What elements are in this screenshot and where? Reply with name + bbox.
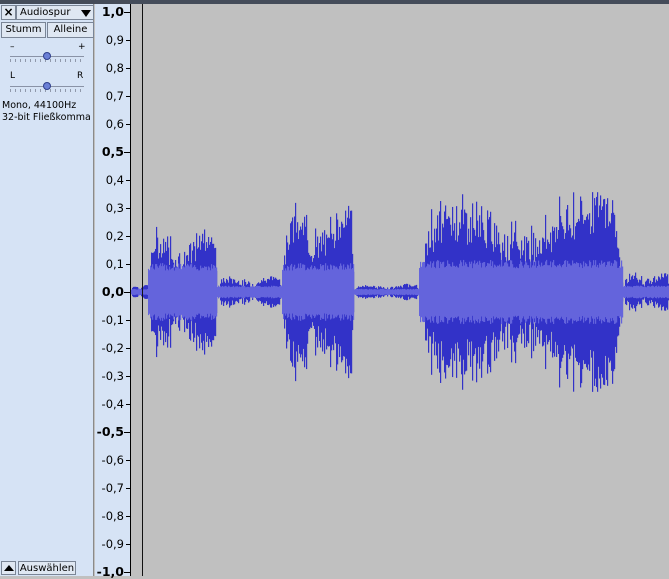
select-track-button[interactable]: Auswählen bbox=[18, 561, 76, 575]
pan-left-label: L bbox=[10, 71, 16, 81]
pan-slider-thumb[interactable] bbox=[43, 82, 51, 90]
gain-slider[interactable] bbox=[10, 52, 84, 62]
track-name-menu-button[interactable]: Audiospur bbox=[16, 5, 94, 20]
ruler-tick-mark bbox=[126, 544, 130, 545]
ruler-tick-mark bbox=[126, 404, 130, 405]
track-control-panel: × Audiospur Stumm Alleine – + L R Mono, … bbox=[0, 4, 94, 576]
ruler-tick-label: -0,9 bbox=[101, 537, 124, 551]
waveform-rms bbox=[131, 259, 669, 325]
ruler-tick-label: 0,0 bbox=[101, 284, 124, 299]
ruler-tick-mark bbox=[126, 348, 130, 349]
ruler-tick-mark bbox=[126, 264, 130, 265]
ruler-tick-mark bbox=[126, 96, 130, 97]
ruler-tick-label: 0,9 bbox=[105, 33, 124, 47]
ruler-tick-mark bbox=[126, 516, 130, 517]
ruler-tick-label: -0,5 bbox=[96, 424, 124, 439]
ruler-tick-label: -1,0 bbox=[96, 564, 124, 579]
collapse-up-icon bbox=[4, 565, 14, 571]
solo-button[interactable]: Alleine bbox=[47, 22, 94, 38]
ruler-tick-label: -0,6 bbox=[101, 453, 124, 467]
gain-plus-label: + bbox=[78, 42, 86, 52]
ruler-tick-label: -0,7 bbox=[101, 481, 124, 495]
ruler-tick-mark bbox=[126, 376, 130, 377]
ruler-tick-label: -0,1 bbox=[101, 313, 124, 327]
ruler-tick-label: -0,2 bbox=[101, 341, 124, 355]
mute-button[interactable]: Stumm bbox=[1, 22, 46, 38]
gain-slider-thumb[interactable] bbox=[43, 52, 51, 60]
collapse-track-button[interactable] bbox=[1, 561, 16, 575]
ruler-tick-label: -0,8 bbox=[101, 509, 124, 523]
ruler-tick-label: 0,1 bbox=[105, 257, 124, 271]
close-track-button[interactable]: × bbox=[1, 5, 16, 20]
ruler-tick-label: 0,8 bbox=[105, 61, 124, 75]
amplitude-ruler: 1,0 0,9 0,8 0,7 0,6 0,5 0,4 0,3 0,2 0,1 0,0 -0,1 -0,… bbox=[95, 4, 131, 579]
ruler-tick-label: 0,5 bbox=[101, 144, 124, 159]
pan-slider[interactable] bbox=[10, 82, 84, 92]
ruler-tick-label: -0,3 bbox=[101, 369, 124, 383]
playback-cursor[interactable] bbox=[142, 4, 143, 576]
ruler-tick-label: 1,0 bbox=[101, 4, 124, 19]
ruler-tick-label: 0,7 bbox=[105, 89, 124, 103]
chevron-down-icon bbox=[81, 10, 91, 17]
track-sample-format-info: 32-bit Fließkomma bbox=[2, 112, 91, 123]
pan-right-label: R bbox=[77, 71, 84, 81]
ruler-tick-mark bbox=[124, 432, 130, 433]
ruler-tick-label: 0,3 bbox=[105, 201, 124, 215]
ruler-tick-label: 0,6 bbox=[105, 117, 124, 131]
ruler-tick-mark bbox=[124, 152, 130, 153]
ruler-tick-label: 0,4 bbox=[105, 173, 124, 187]
ruler-tick-mark bbox=[126, 320, 130, 321]
ruler-tick-mark bbox=[126, 68, 130, 69]
waveform-display[interactable] bbox=[131, 4, 669, 576]
ruler-tick-mark bbox=[124, 572, 130, 573]
ruler-tick-mark bbox=[124, 292, 130, 293]
ruler-tick-mark bbox=[124, 12, 130, 13]
ruler-tick-mark bbox=[126, 180, 130, 181]
ruler-tick-mark bbox=[126, 488, 130, 489]
track-format-info: Mono, 44100Hz bbox=[2, 100, 77, 111]
ruler-tick-mark bbox=[126, 460, 130, 461]
gain-minus-label: – bbox=[10, 42, 15, 52]
ruler-tick-label: 0,2 bbox=[105, 229, 124, 243]
ruler-tick-mark bbox=[126, 208, 130, 209]
track-name-label: Audiospur bbox=[20, 7, 71, 18]
ruler-tick-mark bbox=[126, 124, 130, 125]
ruler-tick-mark bbox=[126, 40, 130, 41]
ruler-tick-mark bbox=[126, 236, 130, 237]
ruler-tick-label: -0,4 bbox=[101, 397, 124, 411]
